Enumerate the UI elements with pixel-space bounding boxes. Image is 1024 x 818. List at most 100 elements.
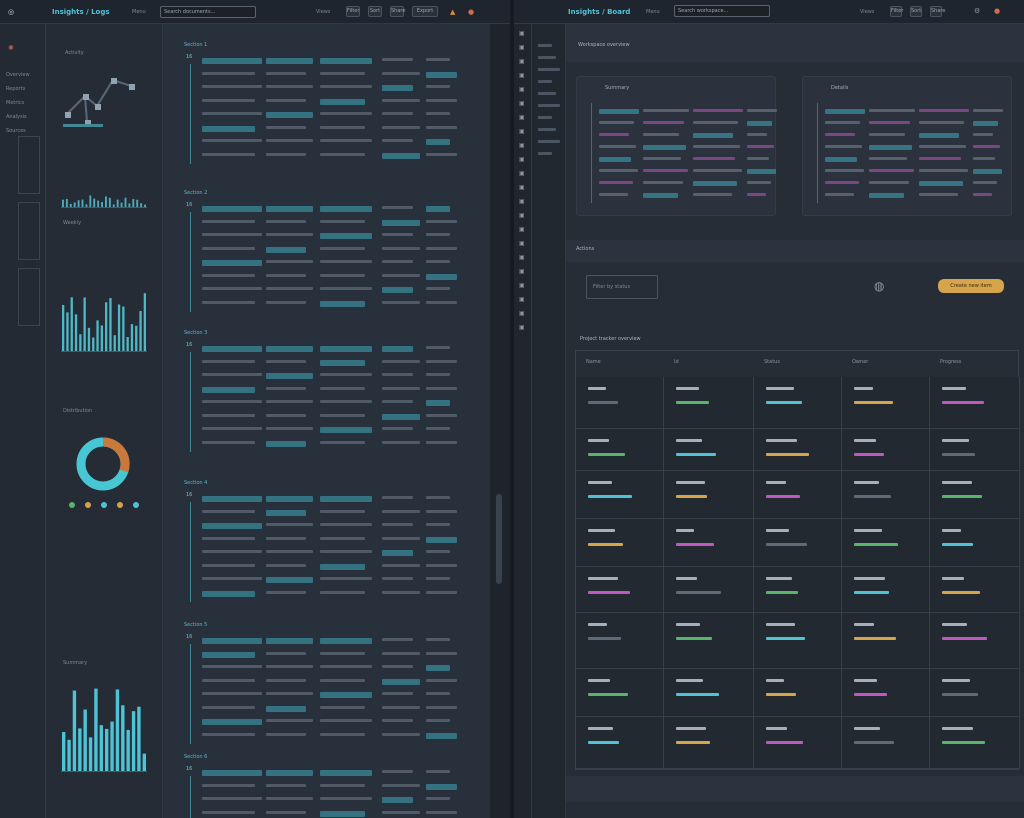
table-cell[interactable] (664, 519, 754, 567)
table-cell[interactable] (664, 613, 754, 669)
rail-icon[interactable]: ▣ (519, 58, 525, 66)
rail-icon[interactable]: ▣ (519, 128, 525, 136)
rail-icon[interactable]: ▣ (519, 156, 525, 164)
table-cell[interactable] (842, 519, 930, 567)
left-search-input[interactable]: Search documents... (160, 6, 256, 18)
gear-icon[interactable]: ⚙ (974, 7, 980, 15)
rail-icon[interactable]: ▣ (519, 100, 525, 108)
gear-icon[interactable]: ✺ (8, 44, 14, 52)
table-cell[interactable] (930, 519, 1020, 567)
left-menu-label[interactable]: Menu (132, 9, 146, 15)
table-cell[interactable] (930, 377, 1020, 429)
left-scrollbar[interactable] (490, 24, 510, 818)
refresh-icon[interactable]: ◍ (874, 280, 884, 292)
nav-item-analysis[interactable]: Analysis (6, 114, 27, 120)
table-cell[interactable] (576, 613, 664, 669)
nav-line[interactable] (538, 44, 552, 47)
table-cell[interactable] (842, 717, 930, 769)
rail-icon[interactable]: ▣ (519, 86, 525, 94)
column-header[interactable]: Status (764, 359, 780, 365)
user-icon[interactable]: ● (468, 8, 474, 16)
rail-icon[interactable]: ▣ (519, 254, 525, 262)
rail-icon[interactable]: ▣ (519, 282, 525, 290)
rail-icon[interactable]: ▣ (519, 212, 525, 220)
nav-line[interactable] (538, 68, 560, 71)
table-cell[interactable] (842, 567, 930, 613)
left-toolbar-filter[interactable]: Filter (346, 6, 360, 17)
table-cell[interactable] (930, 613, 1020, 669)
left-toolbar-views[interactable]: Views (316, 9, 330, 15)
table-cell[interactable] (754, 471, 842, 519)
table-cell[interactable] (664, 669, 754, 717)
table-cell[interactable] (664, 717, 754, 769)
thumb-1[interactable] (18, 136, 40, 194)
rail-icon[interactable]: ▣ (519, 44, 525, 52)
rail-icon[interactable]: ▣ (519, 310, 525, 318)
status-filter-input[interactable]: Filter by status (586, 275, 658, 299)
table-cell[interactable] (754, 519, 842, 567)
right-toolbar-filter[interactable]: Filter (890, 6, 903, 17)
thumb-2[interactable] (18, 202, 40, 260)
table-cell[interactable] (754, 669, 842, 717)
table-cell[interactable] (576, 567, 664, 613)
nav-line[interactable] (538, 104, 560, 107)
rail-icon[interactable]: ▣ (519, 324, 525, 332)
table-cell[interactable] (664, 429, 754, 471)
table-cell[interactable] (664, 377, 754, 429)
table-cell[interactable] (930, 669, 1020, 717)
nav-item-overview[interactable]: Overview (6, 72, 30, 78)
table-cell[interactable] (576, 519, 664, 567)
rail-icon[interactable]: ▣ (519, 72, 525, 80)
nav-line[interactable] (538, 116, 552, 119)
rail-icon[interactable]: ▣ (519, 114, 525, 122)
right-toolbar-views[interactable]: Views (860, 9, 874, 15)
left-toolbar-sort[interactable]: Sort (368, 6, 382, 17)
nav-item-reports[interactable]: Reports (6, 86, 25, 92)
rail-icon[interactable]: ▣ (519, 142, 525, 150)
nav-line[interactable] (538, 140, 560, 143)
nav-line[interactable] (538, 56, 556, 59)
table-cell[interactable] (930, 717, 1020, 769)
table-cell[interactable] (842, 377, 930, 429)
nav-line[interactable] (538, 152, 552, 155)
table-cell[interactable] (754, 613, 842, 669)
right-toolbar-share[interactable]: Share (930, 6, 945, 17)
table-cell[interactable] (576, 717, 664, 769)
table-cell[interactable] (754, 429, 842, 471)
rail-icon[interactable]: ▣ (519, 198, 525, 206)
table-cell[interactable] (842, 471, 930, 519)
bell-icon[interactable]: ▲ (450, 8, 455, 16)
rail-icon[interactable]: ▣ (519, 268, 525, 276)
table-cell[interactable] (576, 429, 664, 471)
table-cell[interactable] (930, 471, 1020, 519)
table-cell[interactable] (664, 471, 754, 519)
nav-line[interactable] (538, 80, 552, 83)
left-toolbar-export[interactable]: Export (412, 6, 438, 17)
table-cell[interactable] (930, 567, 1020, 613)
table-cell[interactable] (842, 429, 930, 471)
column-header[interactable]: Name (586, 359, 601, 365)
nav-item-sources[interactable]: Sources (6, 128, 26, 134)
nav-line[interactable] (538, 128, 556, 131)
rail-icon[interactable]: ▣ (519, 296, 525, 304)
rail-icon[interactable]: ▣ (519, 184, 525, 192)
table-cell[interactable] (842, 669, 930, 717)
nav-line[interactable] (538, 92, 556, 95)
right-toolbar-sort[interactable]: Sort (910, 6, 922, 17)
table-cell[interactable] (754, 717, 842, 769)
column-header[interactable]: Id (674, 359, 679, 365)
create-item-button[interactable]: Create new item (938, 279, 1004, 293)
table-cell[interactable] (754, 567, 842, 613)
right-menu-label[interactable]: Menu (646, 9, 660, 15)
thumb-3[interactable] (18, 268, 40, 326)
right-search-input[interactable]: Search workspace... (674, 5, 770, 17)
left-toolbar-share[interactable]: Share (390, 6, 405, 17)
table-cell[interactable] (576, 669, 664, 717)
column-header[interactable]: Owner (852, 359, 868, 365)
rail-icon[interactable]: ▣ (519, 240, 525, 248)
nav-item-metrics[interactable]: Metrics (6, 100, 24, 106)
user-icon[interactable]: ● (994, 7, 1000, 15)
table-cell[interactable] (754, 377, 842, 429)
column-header[interactable]: Progress (940, 359, 961, 365)
rail-icon[interactable]: ▣ (519, 226, 525, 234)
